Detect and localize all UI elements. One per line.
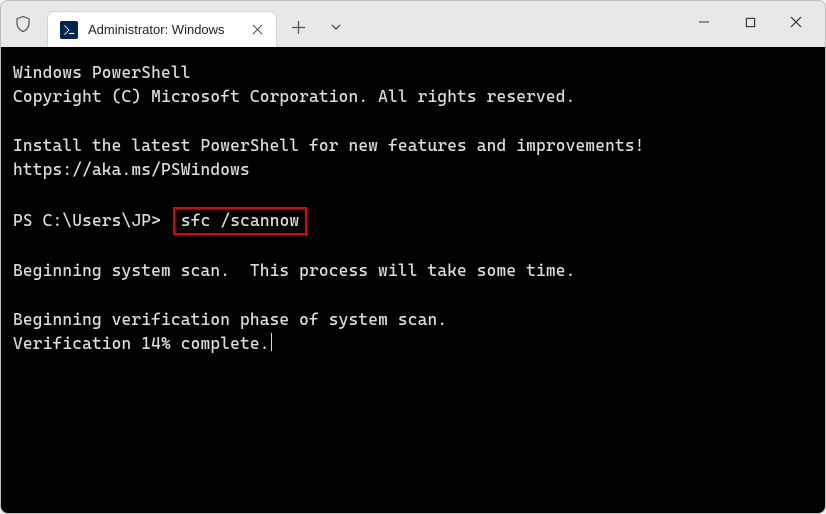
tab-close-button[interactable] bbox=[248, 21, 266, 39]
tab-title: Administrator: Windows bbox=[88, 22, 238, 37]
terminal-prompt: PS C:\Users\JP> bbox=[13, 211, 161, 230]
command-highlight: sfc /scannow bbox=[173, 207, 307, 235]
cursor bbox=[271, 333, 273, 351]
titlebar: Administrator: Windows bbox=[1, 1, 825, 47]
terminal-line: Beginning system scan. This process will… bbox=[13, 261, 575, 280]
terminal-window: Administrator: Windows bbox=[0, 0, 826, 514]
terminal-line: Windows PowerShell bbox=[13, 63, 191, 82]
tab-dropdown-button[interactable] bbox=[319, 10, 353, 44]
new-tab-button[interactable] bbox=[281, 10, 315, 44]
window-controls bbox=[681, 4, 819, 40]
tab-active[interactable]: Administrator: Windows bbox=[47, 11, 277, 47]
terminal-output[interactable]: Windows PowerShell Copyright (C) Microso… bbox=[1, 47, 825, 513]
terminal-line: Beginning verification phase of system s… bbox=[13, 310, 447, 329]
powershell-icon bbox=[60, 21, 78, 39]
shield-icon bbox=[11, 12, 35, 36]
terminal-line: Install the latest PowerShell for new fe… bbox=[13, 136, 645, 155]
terminal-line: Copyright (C) Microsoft Corporation. All… bbox=[13, 87, 575, 106]
maximize-button[interactable] bbox=[727, 4, 773, 40]
close-button[interactable] bbox=[773, 4, 819, 40]
terminal-line: https://aka.ms/PSWindows bbox=[13, 160, 250, 179]
terminal-line: Verification 14% complete. bbox=[13, 334, 270, 353]
minimize-button[interactable] bbox=[681, 4, 727, 40]
